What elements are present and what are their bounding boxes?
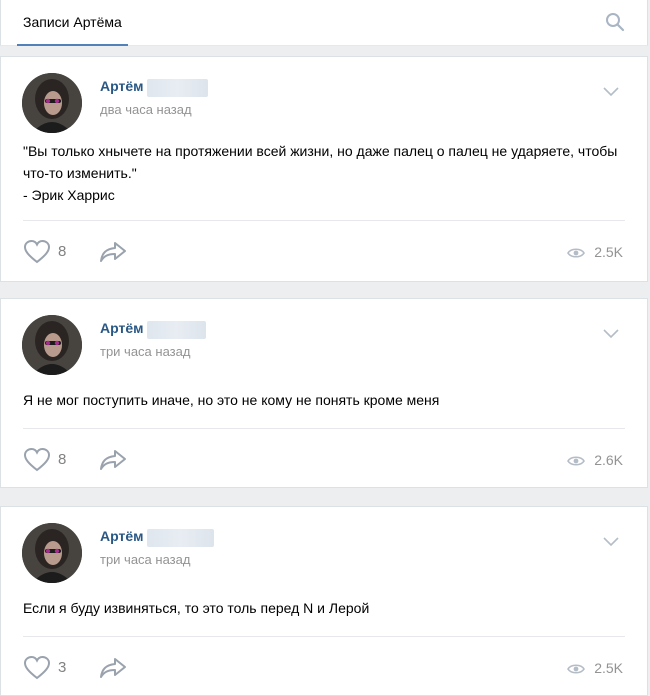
post-author-link[interactable]: Артём bbox=[100, 528, 143, 544]
views-count: 2.6K bbox=[594, 452, 623, 468]
post-time[interactable]: три часа назад bbox=[100, 552, 190, 567]
redacted-surname bbox=[147, 529, 214, 547]
like-count: 3 bbox=[58, 659, 67, 676]
share-arrow-icon[interactable] bbox=[99, 240, 127, 264]
post-card: Артём три часа назад Я не мог поступить … bbox=[0, 298, 648, 488]
page: Записи Артёма Артём два часа назад "Вы т… bbox=[0, 0, 650, 696]
views-count: 2.5K bbox=[594, 244, 623, 260]
share-arrow-icon[interactable] bbox=[99, 656, 127, 680]
eye-icon bbox=[567, 456, 585, 466]
chevron-down-icon[interactable] bbox=[603, 329, 619, 339]
post-divider bbox=[23, 428, 625, 429]
views-count: 2.5K bbox=[594, 660, 623, 676]
post-divider bbox=[23, 636, 625, 637]
post-time[interactable]: два часа назад bbox=[100, 102, 192, 117]
post-divider bbox=[23, 220, 625, 221]
post-text: Я не мог поступить иначе, но это не кому… bbox=[23, 392, 440, 408]
post-card: Артём два часа назад "Вы только хнычете … bbox=[0, 56, 648, 282]
wall-header: Записи Артёма bbox=[0, 0, 648, 46]
redacted-surname bbox=[147, 321, 206, 339]
heart-icon[interactable] bbox=[23, 239, 51, 264]
post-time[interactable]: три часа назад bbox=[100, 344, 190, 359]
like-count: 8 bbox=[58, 243, 67, 260]
heart-icon[interactable] bbox=[23, 447, 51, 472]
post-text: Если я буду извиняться, то это толь пере… bbox=[23, 600, 370, 616]
like-count: 8 bbox=[58, 451, 67, 468]
chevron-down-icon[interactable] bbox=[603, 537, 619, 547]
avatar-image bbox=[22, 73, 82, 133]
chevron-down-icon[interactable] bbox=[603, 87, 619, 97]
post-card: Артём три часа назад Если я буду извинят… bbox=[0, 506, 648, 696]
avatar-image bbox=[22, 523, 82, 583]
tab-posts[interactable]: Записи Артёма bbox=[17, 0, 128, 46]
avatar-image bbox=[22, 315, 82, 375]
eye-icon bbox=[567, 248, 585, 258]
share-arrow-icon[interactable] bbox=[99, 448, 127, 472]
avatar[interactable] bbox=[22, 523, 82, 583]
avatar[interactable] bbox=[22, 315, 82, 375]
avatar[interactable] bbox=[22, 73, 82, 133]
eye-icon bbox=[567, 664, 585, 674]
post-author-link[interactable]: Артём bbox=[100, 78, 143, 94]
search-icon[interactable] bbox=[605, 12, 625, 32]
heart-icon[interactable] bbox=[23, 655, 51, 680]
post-text: "Вы только хнычете на протяжении всей жи… bbox=[23, 143, 618, 203]
post-author-link[interactable]: Артём bbox=[100, 320, 143, 336]
redacted-surname bbox=[147, 79, 208, 97]
